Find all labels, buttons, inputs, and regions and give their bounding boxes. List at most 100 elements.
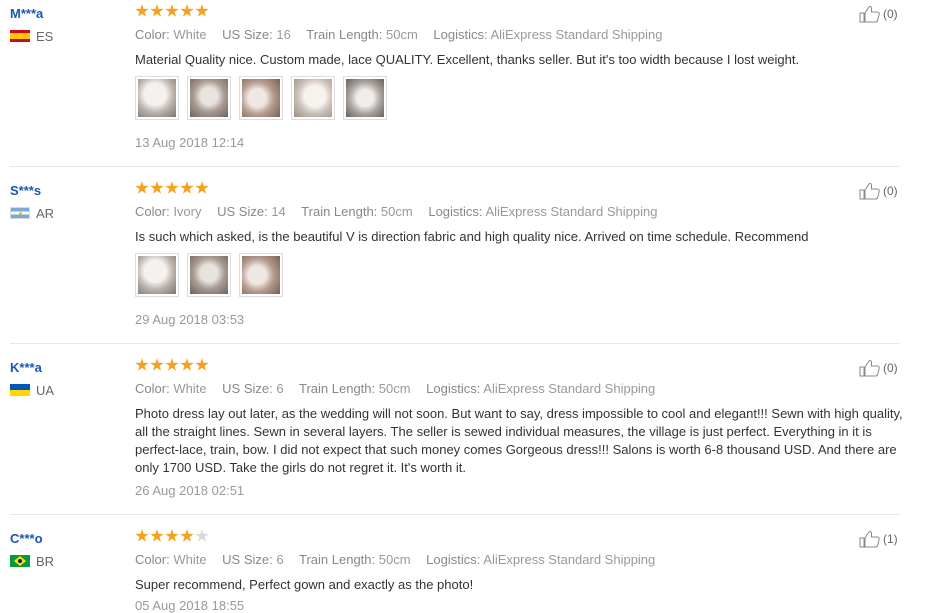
reviewer-name[interactable]: C***o [10,531,43,546]
review-content: Material Quality nice. Custom made, lace… [135,52,800,67]
review-date: 13 Aug 2018 12:14 [135,135,245,150]
country-code: UA [36,382,55,398]
attr-size-key: US Size: [222,381,273,396]
attr-logistics-key: Logistics: [426,381,481,396]
star-rating [135,358,209,374]
review-date: 29 Aug 2018 03:53 [135,312,245,327]
spain-flag-icon [10,30,30,42]
dress-photo-image [190,256,228,294]
helpful-count: (0) [883,184,898,198]
review-photo-thumbnail[interactable] [239,253,283,297]
attr-size-value: 16 [276,27,291,42]
review-item: K***a UA Color: White US Size: 6 Train L… [0,354,903,514]
helpful-button[interactable]: (0) [859,359,898,377]
review-photo-thumbnail[interactable] [187,253,231,297]
attr-color-key: Color: [135,204,170,219]
argentina-flag-icon [10,207,30,219]
dress-photo-image [294,79,332,117]
order-attributes: Color: Ivory US Size: 14 Train Length: 5… [135,204,657,219]
star-filled-icon [195,358,209,371]
attr-size-key: US Size: [222,552,273,567]
star-filled-icon [165,4,179,17]
star-filled-icon [150,181,164,194]
review-item: S***s AR Color: Ivory US Size: 14 Train … [0,177,900,343]
attr-color-key: Color: [135,27,170,42]
star-filled-icon [150,358,164,371]
review-photo-thumbnail[interactable] [187,76,231,120]
attr-size-key: US Size: [217,204,268,219]
review-item: M***a ES Color: White US Size: 16 Train … [0,0,900,166]
helpful-button[interactable]: (0) [859,182,898,200]
brazil-flag-icon [10,555,30,567]
review-photo-thumbnail[interactable] [239,76,283,120]
helpful-button[interactable]: (1) [859,530,898,548]
reviewer-country: ES [10,28,54,44]
thumbs-up-icon [859,5,880,23]
review-feed: M***a ES Color: White US Size: 16 Train … [0,0,935,613]
dress-photo-image [242,256,280,294]
star-filled-icon [165,181,179,194]
dress-photo-image [138,256,176,294]
star-filled-icon [180,181,194,194]
star-rating [135,529,209,545]
attr-size-value: 14 [271,204,286,219]
attr-logistics-value: AliExpress Standard Shipping [483,381,656,396]
dress-photo-image [242,79,280,117]
thumbs-up-icon [859,182,880,200]
divider [10,343,900,344]
star-filled-icon [150,529,164,542]
attr-train-key: Train Length: [299,381,376,396]
attr-train-value: 50cm [385,27,418,42]
attr-color-value: White [173,27,207,42]
attr-size-value: 6 [276,381,284,396]
attr-logistics-value: AliExpress Standard Shipping [485,204,658,219]
review-photo-thumbnail[interactable] [343,76,387,120]
reviewer-country: UA [10,382,55,398]
helpful-count: (0) [883,361,898,375]
thumbs-up-icon [859,359,880,377]
review-photos [135,253,283,297]
star-filled-icon [195,4,209,17]
attr-color-value: White [173,381,207,396]
star-rating [135,181,209,197]
star-filled-icon [165,358,179,371]
star-filled-icon [180,529,194,542]
helpful-count: (0) [883,7,898,21]
country-code: AR [36,205,55,221]
attr-train-value: 50cm [378,552,411,567]
attr-logistics-key: Logistics: [433,27,488,42]
order-attributes: Color: White US Size: 6 Train Length: 50… [135,552,655,567]
attr-train-value: 50cm [380,204,413,219]
attr-logistics-value: AliExpress Standard Shipping [490,27,663,42]
attr-logistics-key: Logistics: [428,204,483,219]
reviewer-country: BR [10,554,54,569]
dress-photo-image [138,79,176,117]
helpful-button[interactable]: (0) [859,5,898,23]
star-filled-icon [180,4,194,17]
attr-train-key: Train Length: [306,27,383,42]
review-content: Is such which asked, is the beautiful V … [135,229,809,244]
country-code: ES [36,28,54,44]
reviewer-name[interactable]: M***a [10,6,43,21]
attr-color-value: Ivory [173,204,202,219]
reviewer-name[interactable]: S***s [10,183,41,198]
attr-train-key: Train Length: [301,204,378,219]
star-filled-icon [180,358,194,371]
star-rating [135,4,209,20]
reviewer-name[interactable]: K***a [10,360,42,375]
review-photo-thumbnail[interactable] [291,76,335,120]
attr-train-value: 50cm [378,381,411,396]
thumbs-up-icon [859,530,880,548]
attr-color-value: White [173,552,207,567]
attr-train-key: Train Length: [299,552,376,567]
review-photo-thumbnail[interactable] [135,253,179,297]
review-photo-thumbnail[interactable] [135,76,179,120]
review-date: 26 Aug 2018 02:51 [135,483,245,498]
star-filled-icon [195,181,209,194]
star-filled-icon [150,4,164,17]
dress-photo-image [190,79,228,117]
dress-photo-image [346,79,384,117]
star-empty-icon [195,529,209,542]
attr-logistics-value: AliExpress Standard Shipping [483,552,656,567]
order-attributes: Color: White US Size: 16 Train Length: 5… [135,27,663,42]
